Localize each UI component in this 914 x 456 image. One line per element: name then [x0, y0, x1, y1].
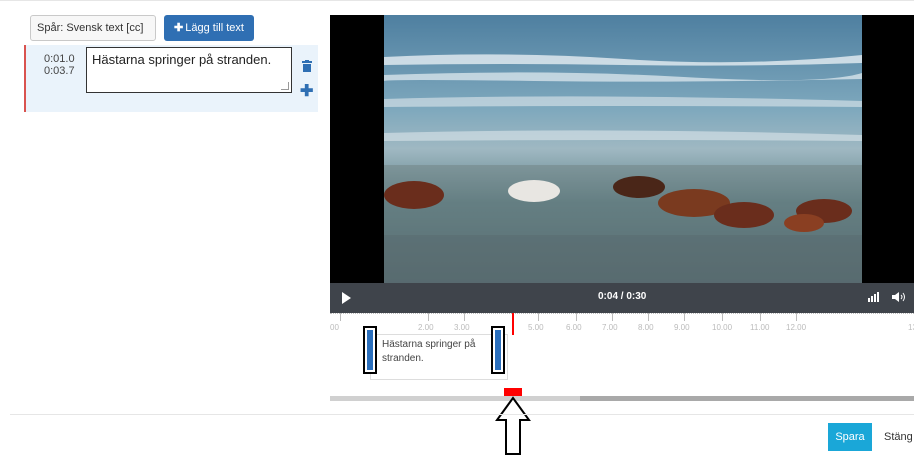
resize-grip-icon[interactable]	[281, 82, 289, 90]
video-frame	[384, 15, 862, 283]
caption-end-time: 0:03.7	[44, 65, 75, 77]
timeline-tick	[760, 313, 761, 321]
timeline-tick-label: 9.00	[674, 323, 690, 332]
signal-quality-icon[interactable]	[868, 292, 880, 302]
caption-start-handle[interactable]	[363, 326, 377, 374]
volume-icon[interactable]	[892, 292, 906, 302]
add-text-label: Lägg till text	[185, 22, 244, 34]
timeline-tick	[612, 313, 613, 321]
caption-start-time: 0:01.0	[44, 53, 75, 65]
caption-times: 0:01.0 0:03.7	[44, 53, 75, 77]
plus-icon: ✚	[174, 22, 184, 34]
timeline-tick-label: 00	[330, 323, 339, 332]
timeline-ruler	[330, 313, 914, 322]
timeline-tick	[538, 313, 539, 321]
timeline-tick	[464, 313, 465, 321]
caption-text-field[interactable]: Hästarna springer på stranden.	[86, 47, 292, 93]
timeline-tick-label: 6.00	[566, 323, 582, 332]
timeline-tick-label: 2.00	[418, 323, 434, 332]
timeline-tick	[722, 313, 723, 321]
timeline-tick	[648, 313, 649, 321]
video-control-bar: 0:04 / 0:30	[330, 283, 914, 313]
add-text-button[interactable]: ✚ Lägg till text	[164, 15, 254, 41]
add-caption-icon[interactable]: ✚	[300, 81, 313, 101]
play-icon[interactable]	[342, 292, 351, 304]
timeline-tick-label: 13	[908, 323, 914, 332]
timeline-tick	[428, 313, 429, 321]
top-border	[0, 0, 914, 1]
timeline-scrollbar-thumb[interactable]	[330, 396, 580, 401]
caption-row[interactable]: 0:01.0 0:03.7 Hästarna springer på stran…	[24, 45, 318, 112]
footer-divider	[10, 414, 914, 415]
timeline-tick-label: 8.00	[638, 323, 654, 332]
caption-text-value: Hästarna springer på stranden.	[92, 52, 272, 67]
timeline-tick-label: 10.00	[712, 323, 733, 332]
timeline-tick	[684, 313, 685, 321]
timeline-tick-label: 7.00	[602, 323, 618, 332]
playhead[interactable]	[512, 313, 514, 335]
timeline-tick-label: 3.00	[454, 323, 470, 332]
up-arrow-icon	[495, 396, 531, 455]
timeline-tick	[576, 313, 577, 321]
timeline-tick	[340, 313, 341, 321]
track-toolbar: Spår: Svensk text [cc] *▼ ✚Lägg till tex…	[24, 10, 318, 58]
caption-end-handle[interactable]	[491, 326, 505, 374]
timeline-caption-text: Hästarna springer på stranden.	[382, 339, 476, 364]
scrub-marker[interactable]	[504, 388, 522, 396]
timeline-tick-label: 12.00	[786, 323, 807, 332]
time-display: 0:04 / 0:30	[598, 291, 647, 302]
timeline-tick-label: 11.00	[750, 323, 770, 332]
timeline-tick-label: 5.00	[528, 323, 544, 332]
trash-icon[interactable]	[302, 60, 312, 72]
save-button[interactable]: Spara	[828, 423, 872, 451]
track-select[interactable]: Spår: Svensk text [cc] *▼	[30, 15, 156, 58]
timeline-tick	[796, 313, 797, 321]
video-player[interactable]	[330, 15, 914, 283]
close-button[interactable]: Stäng	[884, 423, 914, 451]
